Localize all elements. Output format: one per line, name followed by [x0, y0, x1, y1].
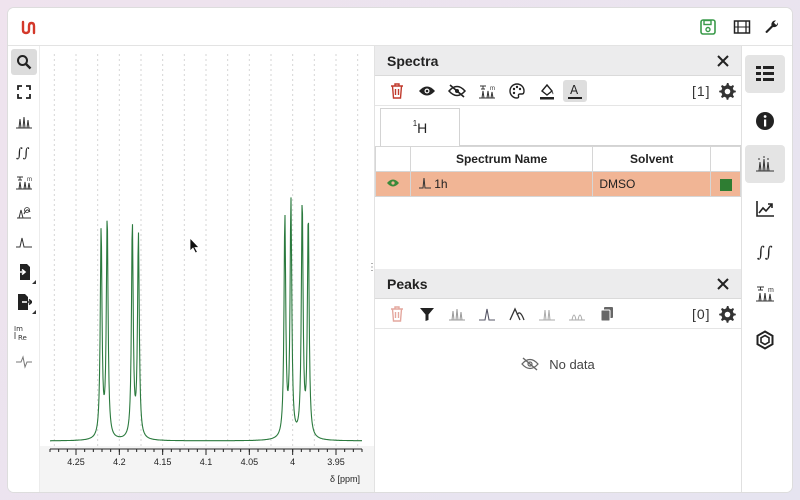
logo-icon: [20, 18, 38, 36]
svg-text:m: m: [768, 287, 774, 294]
save-icon[interactable]: [698, 17, 718, 37]
full-screen-icon[interactable]: [11, 79, 37, 105]
visibility-cell[interactable]: [375, 171, 411, 197]
tab-1h[interactable]: 1 H: [380, 108, 460, 146]
close-icon[interactable]: [715, 53, 731, 69]
x-tick-label: 3.95: [327, 457, 345, 467]
spectra-panel-header[interactable]: Spectra: [375, 46, 741, 76]
eye-icon[interactable]: [415, 80, 439, 102]
copy-icon[interactable]: [595, 303, 619, 325]
spectra-toolbar: m A [1]: [375, 76, 741, 106]
settings-gear-icon[interactable]: [715, 80, 739, 102]
peak-sum-icon[interactable]: [535, 303, 559, 325]
eye-icon[interactable]: [386, 178, 400, 188]
text-color-icon[interactable]: A: [563, 80, 587, 102]
information-icon[interactable]: [745, 102, 785, 140]
eye-slash-icon[interactable]: [445, 80, 469, 102]
spectrum-line-icon: [418, 177, 431, 189]
multiplet-icon[interactable]: m: [11, 169, 37, 195]
real-imaginary-icon[interactable]: Im Re: [11, 319, 37, 345]
baseline-icon[interactable]: [11, 229, 37, 255]
table-row[interactable]: 1h DMSO: [375, 171, 741, 197]
spectra-count: [1]: [692, 83, 711, 99]
x-tick-label: 4.1: [200, 457, 213, 467]
mouse-cursor-icon: [189, 236, 200, 254]
peaks-count: [0]: [692, 306, 711, 322]
trash-icon[interactable]: [385, 80, 409, 102]
app-window: ∫∫ m Im Re 4.25 4.2 4.15 4.1 4.05 4 3.95 δ [ppm…: [8, 8, 792, 492]
spectrum-display-icon[interactable]: [11, 349, 37, 375]
svg-text:A: A: [570, 83, 579, 97]
left-toolbar: ∫∫ m Im Re: [8, 46, 40, 492]
x-tick-label: 4: [290, 457, 295, 467]
peaks-panel-icon[interactable]: [745, 145, 785, 183]
spectrum-viewer[interactable]: 4.25 4.2 4.15 4.1 4.05 4 3.95 δ [ppm]: [40, 46, 374, 492]
tab-nucleus-label: H: [417, 119, 428, 136]
peaks-panel-title: Peaks: [387, 275, 428, 292]
spectra-panel-title: Spectra: [387, 52, 439, 69]
settings-gear-icon[interactable]: [715, 303, 739, 325]
peaks-toolbar: [0]: [375, 299, 741, 329]
x-tick-label: 4.05: [241, 457, 259, 467]
export-icon[interactable]: [11, 289, 37, 315]
integral-icon[interactable]: ∫∫: [11, 139, 37, 165]
filter-icon[interactable]: [415, 303, 439, 325]
svg-text:m: m: [27, 177, 32, 183]
wrench-icon[interactable]: [762, 17, 782, 37]
close-icon[interactable]: [715, 276, 731, 292]
peak-separate-icon[interactable]: [565, 303, 589, 325]
header-spectrum-name[interactable]: Spectrum Name: [409, 146, 594, 172]
import-icon[interactable]: [11, 259, 37, 285]
peak-list-icon[interactable]: [445, 303, 469, 325]
x-tick-label: 4.2: [113, 457, 126, 467]
peak-fit-icon[interactable]: [505, 303, 529, 325]
x-tick-label: 4.25: [67, 457, 85, 467]
spectra-panel-icon[interactable]: [745, 55, 785, 93]
phase-correction-icon[interactable]: [11, 199, 37, 225]
palette-icon[interactable]: [505, 80, 529, 102]
no-data-text: No data: [549, 356, 595, 372]
svg-text:∫∫: ∫∫: [757, 243, 773, 260]
peaks-empty-state: No data: [375, 354, 741, 374]
x-tick-label: 4.15: [154, 457, 172, 467]
spectrum-name: 1h: [434, 177, 448, 191]
zoom-icon[interactable]: [11, 49, 37, 75]
peaks-panel-header[interactable]: Peaks: [375, 269, 741, 299]
peak-shape-icon[interactable]: [475, 303, 499, 325]
top-bar: [8, 8, 792, 46]
peak-picking-icon[interactable]: [11, 109, 37, 135]
multiplet-analysis-icon[interactable]: m: [475, 80, 499, 102]
film-icon[interactable]: [732, 17, 752, 37]
trash-icon[interactable]: [385, 303, 409, 325]
solvent-cell[interactable]: DMSO: [592, 171, 712, 197]
structure-icon[interactable]: [745, 321, 785, 359]
x-axis-label: δ [ppm]: [329, 474, 360, 484]
color-cell[interactable]: [710, 171, 741, 197]
header-solvent[interactable]: Solvent: [592, 146, 712, 172]
chart-trend-icon[interactable]: [745, 190, 785, 228]
integrals-panel-icon[interactable]: ∫∫: [745, 232, 785, 270]
right-panel-bar: ∫∫ m: [741, 46, 792, 492]
spectrum-name-cell[interactable]: 1h: [409, 171, 594, 197]
table-header-row: Spectrum Name Solvent: [375, 146, 741, 172]
eye-slash-icon: [521, 357, 540, 371]
color-swatch[interactable]: [719, 178, 732, 191]
spectra-table: Spectrum Name Solvent 1h DMSO: [375, 146, 741, 197]
spectrum-plot[interactable]: 4.25 4.2 4.15 4.1 4.05 4 3.95: [40, 46, 374, 492]
svg-text:Re: Re: [18, 334, 27, 341]
header-visibility: [375, 146, 411, 172]
svg-text:Im: Im: [14, 325, 23, 333]
header-color: [710, 146, 741, 172]
multiplets-panel-icon[interactable]: m: [745, 274, 785, 312]
fill-color-icon[interactable]: [535, 80, 559, 102]
tab-nucleus-mass: 1: [412, 119, 418, 128]
svg-text:∫∫: ∫∫: [16, 146, 30, 160]
svg-text:m: m: [490, 86, 495, 92]
